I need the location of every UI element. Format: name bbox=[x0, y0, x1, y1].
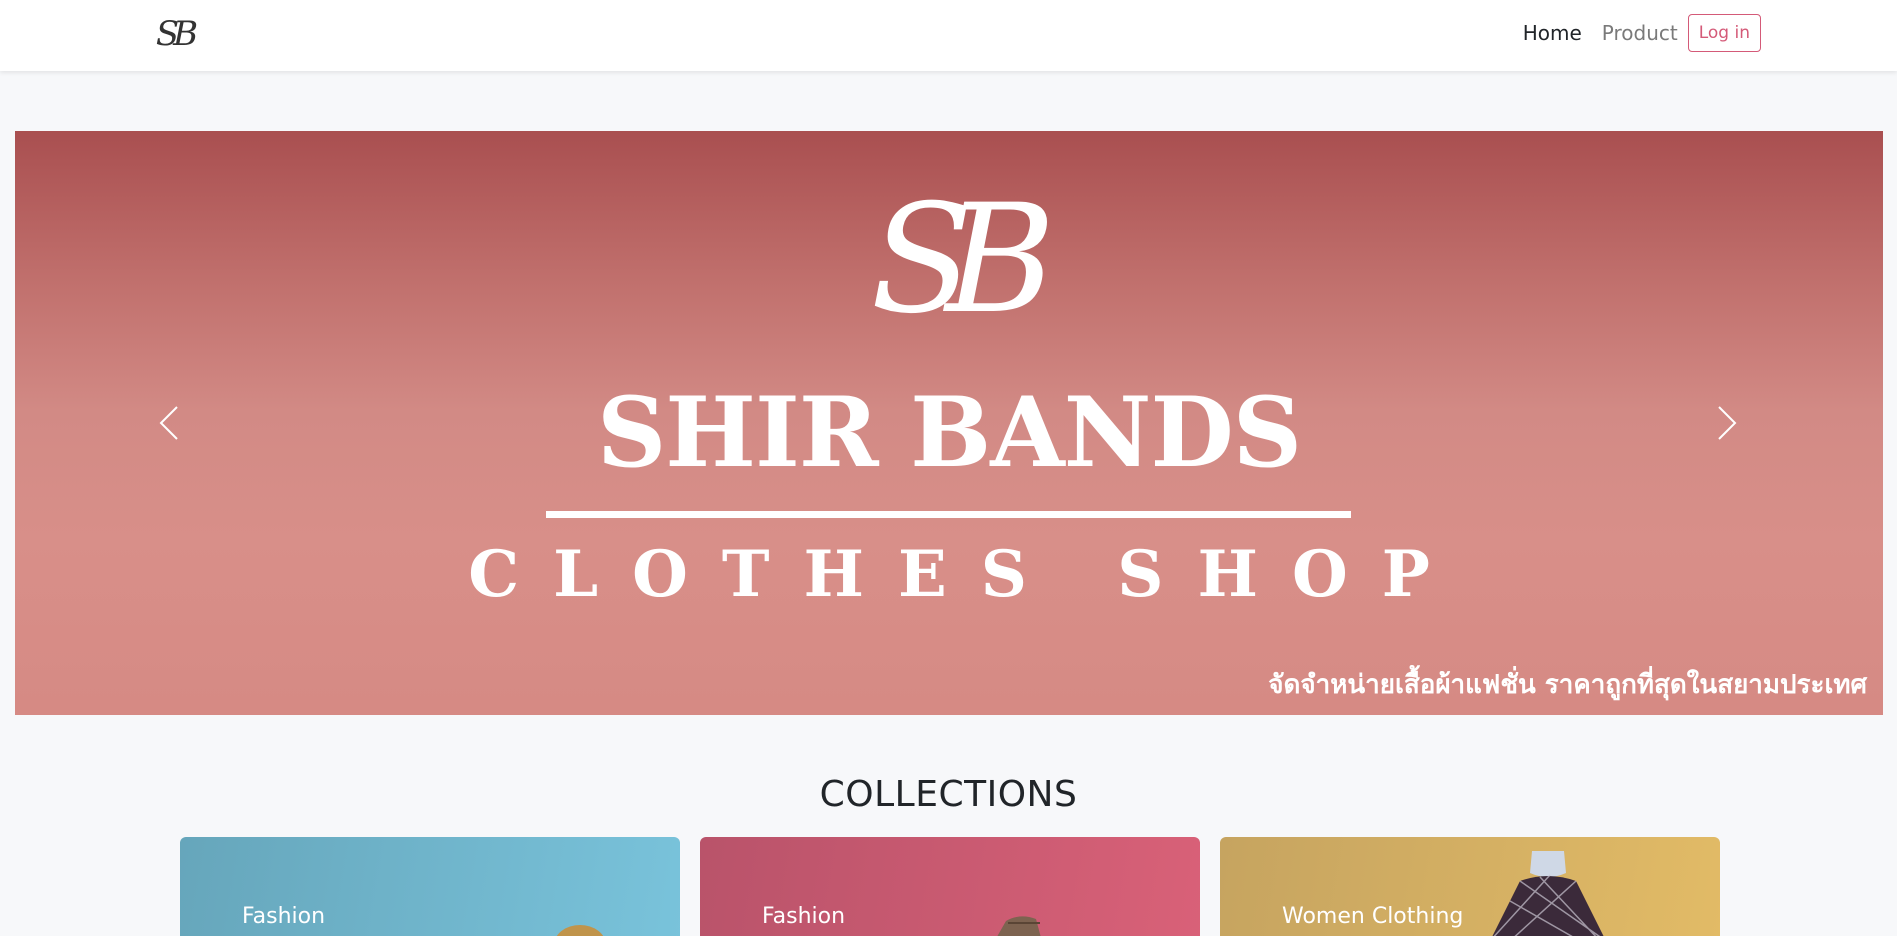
brand-logo-text: SB bbox=[155, 14, 198, 54]
hero-slide: SB SHIR BANDS CLOTHES SHOP จัดจำหน่ายเสื… bbox=[15, 131, 1883, 715]
hero-divider bbox=[546, 511, 1351, 518]
clothing-image bbox=[556, 925, 604, 936]
collection-card-label: Fashion bbox=[242, 904, 326, 929]
hero-title: SHIR BANDS bbox=[596, 376, 1302, 489]
chevron-left-icon bbox=[159, 406, 178, 440]
nav-home-link[interactable]: Home bbox=[1523, 21, 1582, 45]
top-navbar: SB Home Product Log in bbox=[0, 0, 1897, 71]
nav-product-link[interactable]: Product bbox=[1602, 21, 1678, 45]
carousel-next-button[interactable] bbox=[1697, 393, 1757, 453]
collections-grid: Fashion Fashion Women Clothing bbox=[180, 837, 1720, 936]
hero-tagline: จัดจำหน่ายเสื้อผ้าแฟชั่น ราคาถูกที่สุดใน… bbox=[1268, 670, 1867, 700]
clothing-image bbox=[997, 916, 1041, 936]
brand-logo[interactable]: SB bbox=[148, 12, 200, 56]
collection-card-fashion-2[interactable]: Fashion bbox=[700, 837, 1200, 936]
carousel-prev-button[interactable] bbox=[139, 393, 199, 453]
collection-card-label: Fashion bbox=[762, 904, 846, 929]
hero-carousel: SB SHIR BANDS CLOTHES SHOP จัดจำหน่ายเสื… bbox=[15, 131, 1883, 715]
hero-subtitle: CLOTHES SHOP bbox=[468, 537, 1464, 612]
login-button[interactable]: Log in bbox=[1687, 14, 1761, 52]
collection-card-fashion-1[interactable]: Fashion bbox=[180, 837, 680, 936]
collections-title: COLLECTIONS bbox=[819, 774, 1078, 815]
clothing-image bbox=[1492, 851, 1604, 936]
hero-logo: SB bbox=[870, 173, 1056, 347]
collection-card-label: Women Clothing bbox=[1282, 904, 1464, 929]
nav-links: Home Product Log in bbox=[1523, 14, 1761, 52]
collection-card-women-clothing[interactable]: Women Clothing bbox=[1220, 837, 1720, 936]
chevron-right-icon bbox=[1718, 406, 1737, 440]
